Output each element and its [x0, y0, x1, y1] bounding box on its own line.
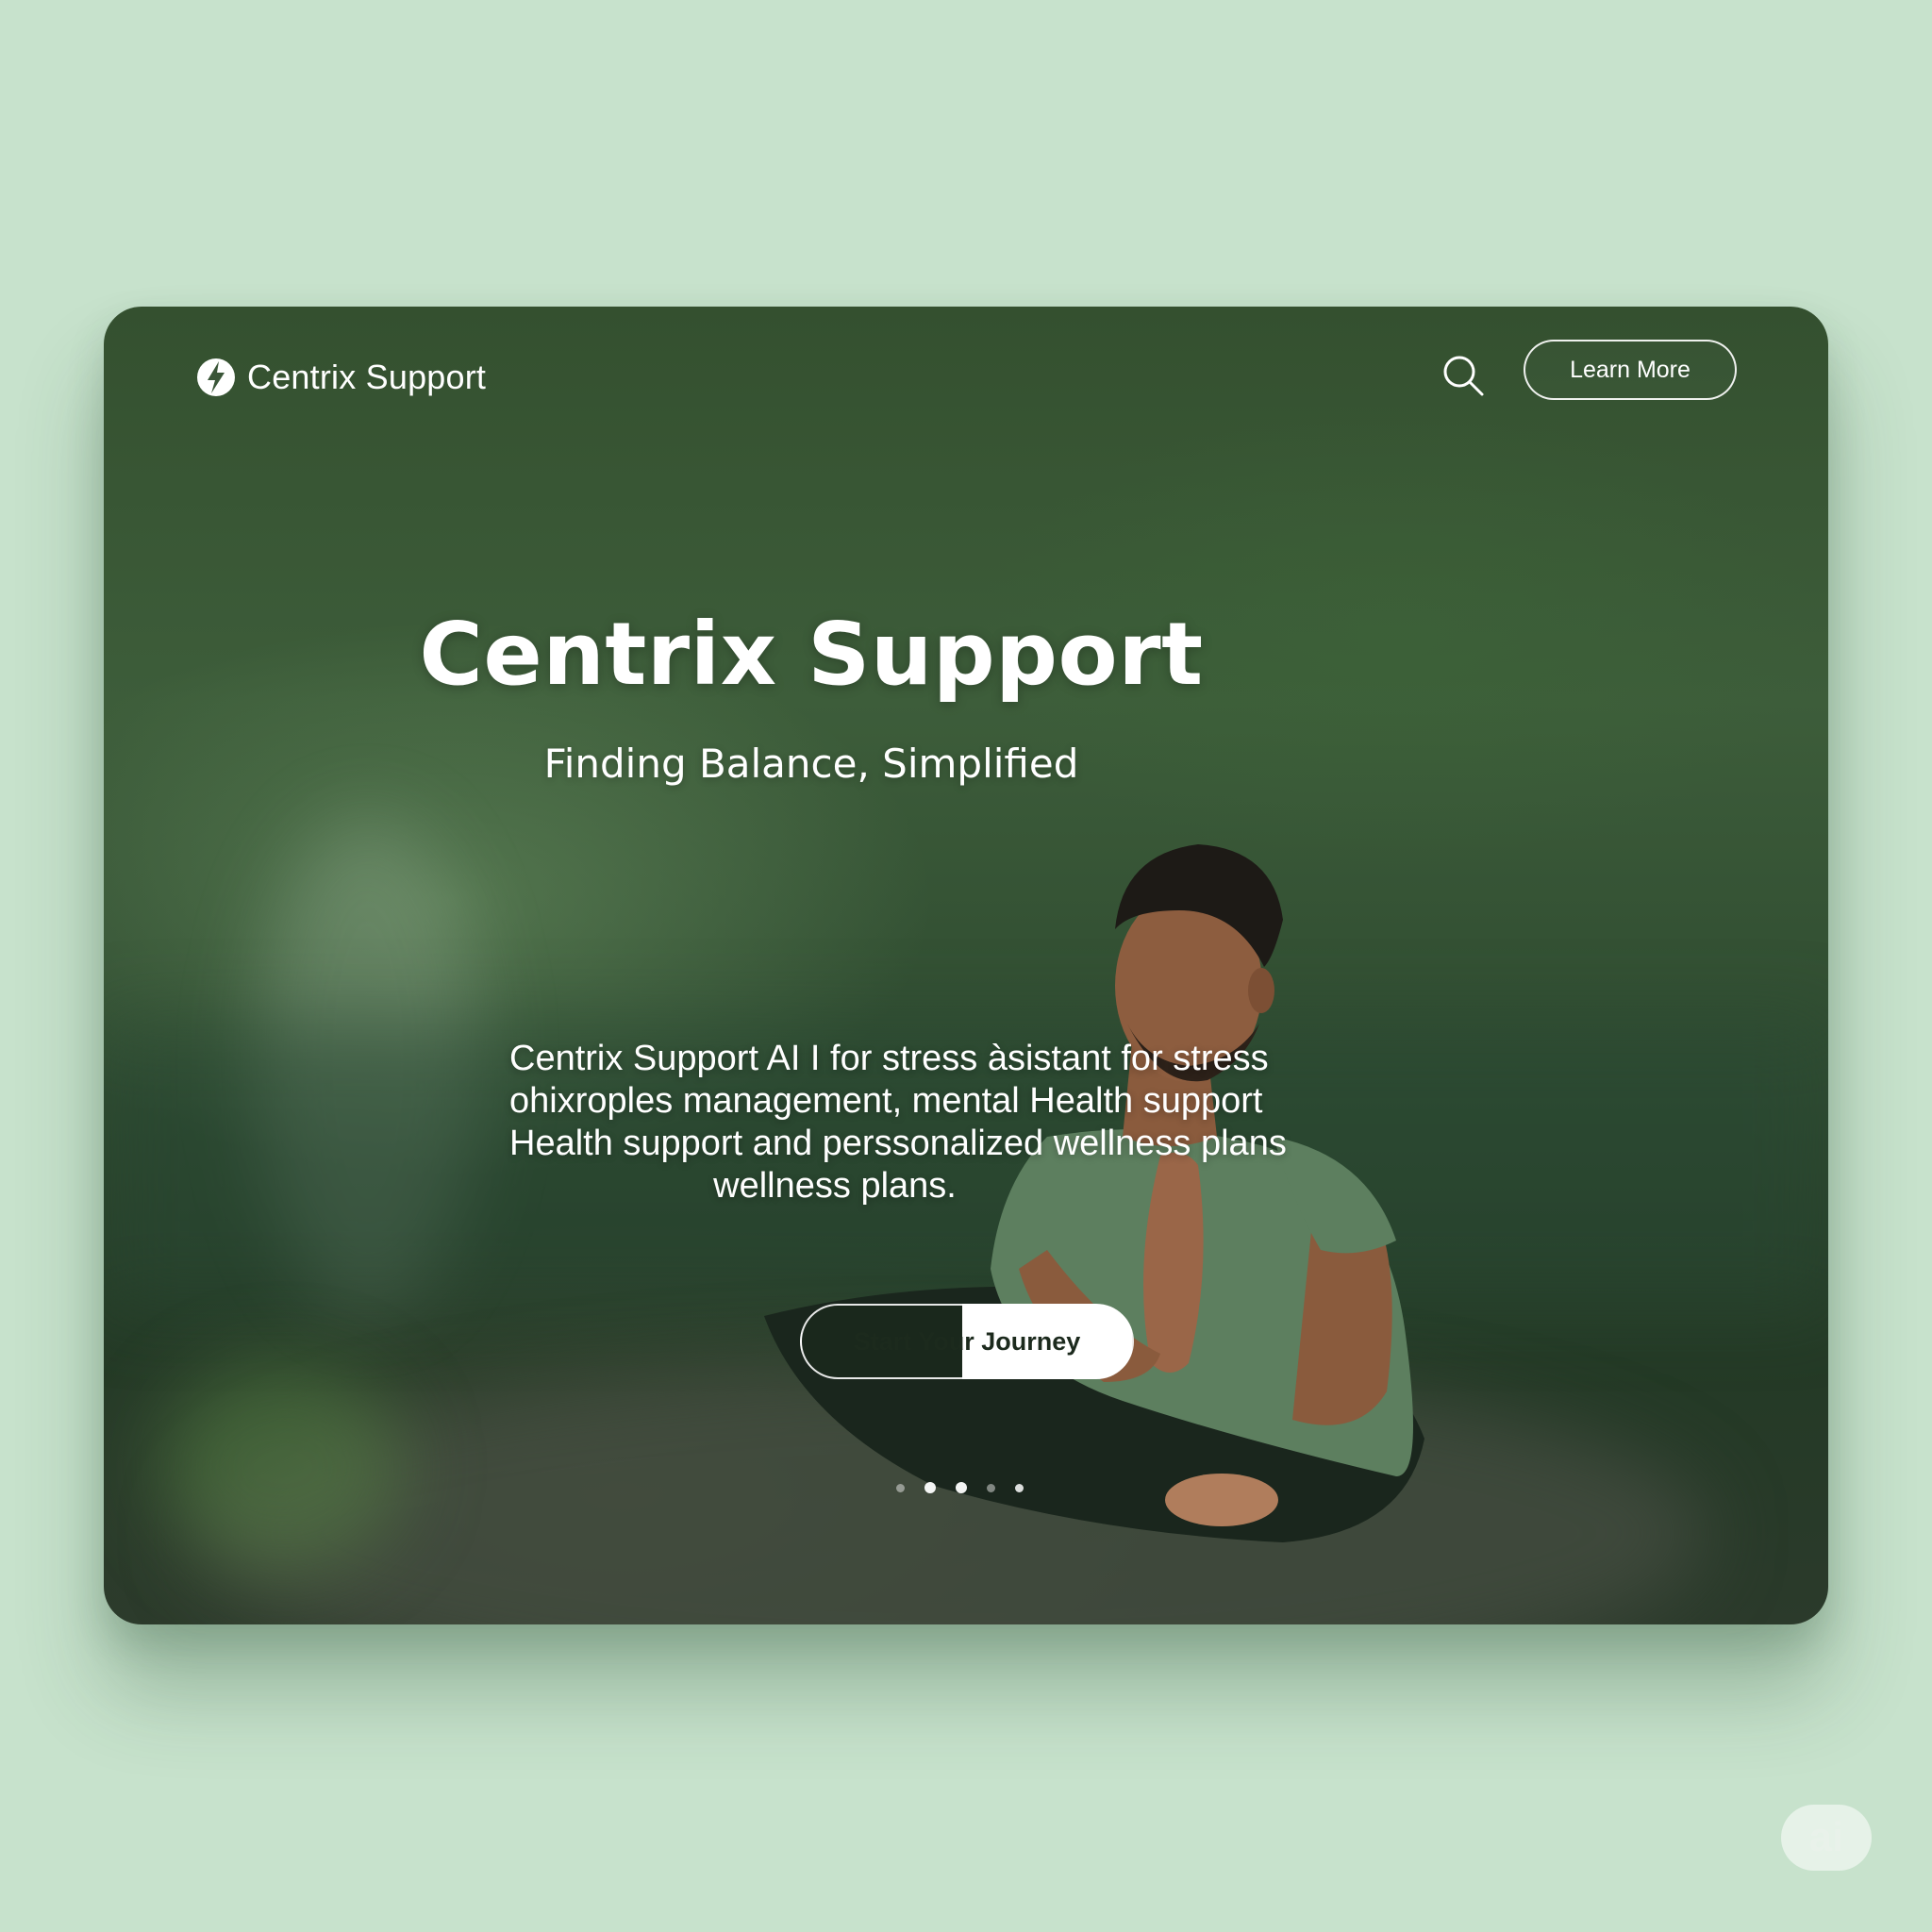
- hero-title: Centrix Support: [419, 604, 1204, 705]
- leaf-lightning-icon: [197, 358, 235, 396]
- brand-logo[interactable]: Centrix Support: [194, 344, 486, 410]
- carousel-indicators: [896, 1482, 1024, 1493]
- search-button[interactable]: [1434, 346, 1492, 405]
- description-line: Health support and perssonalized wellnes…: [509, 1124, 1287, 1163]
- hero-banner: Centrix Support Learn More Centrix Suppo…: [104, 307, 1828, 1624]
- ai-badge: ai: [1781, 1805, 1872, 1871]
- carousel-dot[interactable]: [1015, 1483, 1024, 1492]
- hero-description: Centrix Support AI I for stress àsistant…: [509, 1038, 1287, 1208]
- learn-more-button[interactable]: Learn More: [1524, 340, 1737, 400]
- brand-name: Centrix Support: [247, 358, 487, 396]
- carousel-dot[interactable]: [924, 1482, 936, 1493]
- carousel-dot[interactable]: [896, 1483, 905, 1492]
- hero-subtitle: Finding Balance, Simplified: [543, 741, 1079, 787]
- carousel-dot[interactable]: [956, 1482, 967, 1493]
- description-line: Centrix Support AI I for stress àsistant…: [509, 1039, 1269, 1078]
- start-journey-label: Start Your Journey: [853, 1326, 1081, 1356]
- search-icon: [1443, 356, 1484, 396]
- carousel-dot[interactable]: [987, 1483, 995, 1492]
- background-rock: [198, 1363, 1707, 1624]
- description-line: ohixroples management, mental Health sup…: [509, 1081, 1263, 1121]
- start-journey-button[interactable]: Start Your Journey: [800, 1304, 1134, 1379]
- background-foliage: [160, 1363, 406, 1571]
- description-line: wellness plans.: [713, 1166, 957, 1206]
